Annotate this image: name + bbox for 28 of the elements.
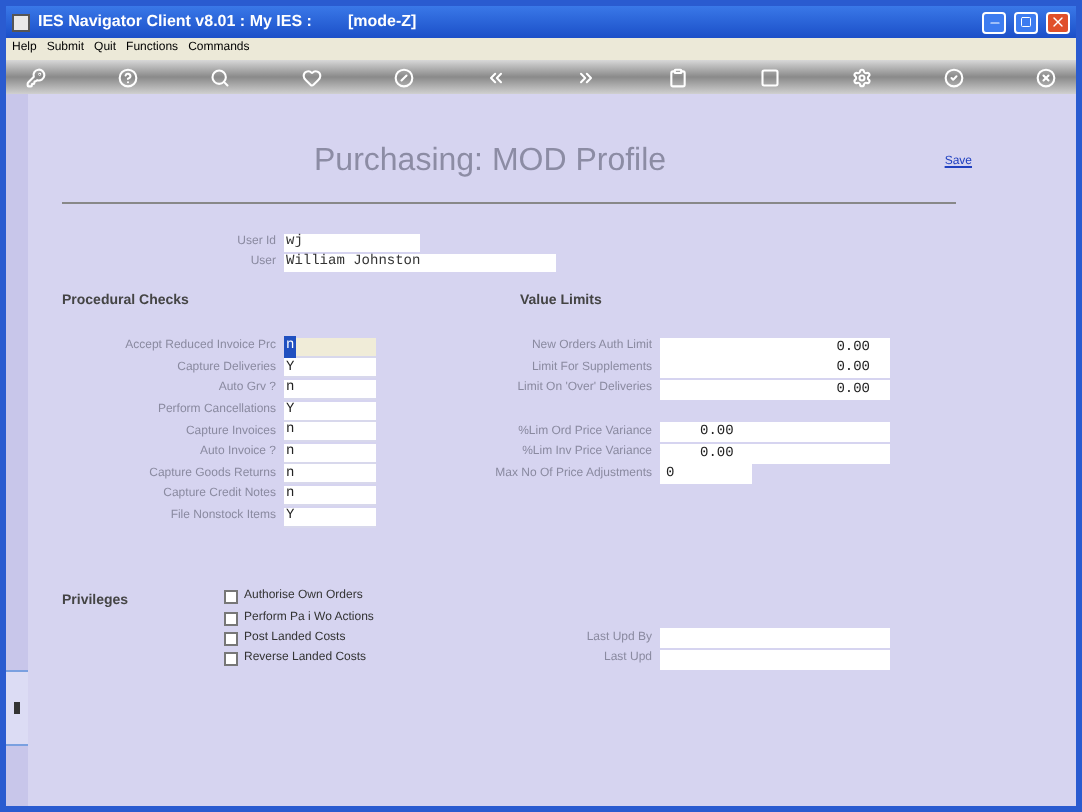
square-icon[interactable] — [760, 67, 781, 87]
window-title: IES Navigator Client v8.01 : My IES : — [38, 10, 312, 34]
heart-icon[interactable] — [301, 67, 322, 87]
check-icon[interactable] — [944, 67, 965, 87]
text-field[interactable] — [660, 628, 890, 649]
close-icon — [1050, 14, 1066, 30]
maximize-icon — [1020, 16, 1032, 28]
close-button[interactable] — [1046, 11, 1070, 33]
clipboard-icon[interactable] — [668, 67, 689, 87]
double-chevron-left-icon[interactable] — [485, 67, 506, 87]
double-chevron-right-icon[interactable] — [576, 67, 597, 87]
checkbox[interactable] — [224, 590, 238, 605]
key-icon[interactable] — [26, 67, 46, 87]
search-icon[interactable] — [209, 67, 230, 87]
text-field[interactable] — [660, 649, 890, 670]
checkbox[interactable] — [224, 652, 238, 667]
circle-slash-icon[interactable] — [393, 67, 414, 87]
close-icon[interactable] — [1035, 67, 1056, 87]
page-title: Purchasing: MOD Profile — [314, 142, 667, 182]
minimize-button[interactable] — [982, 11, 1006, 33]
window-mode: [mode-Z] — [347, 10, 417, 34]
side-tab[interactable] — [6, 670, 28, 746]
maximize-button[interactable] — [1014, 11, 1038, 33]
settings-icon[interactable] — [852, 67, 873, 87]
help-icon[interactable] — [117, 67, 138, 87]
checkbox[interactable] — [224, 632, 238, 647]
checkbox[interactable] — [224, 611, 238, 626]
app-icon — [12, 13, 30, 31]
